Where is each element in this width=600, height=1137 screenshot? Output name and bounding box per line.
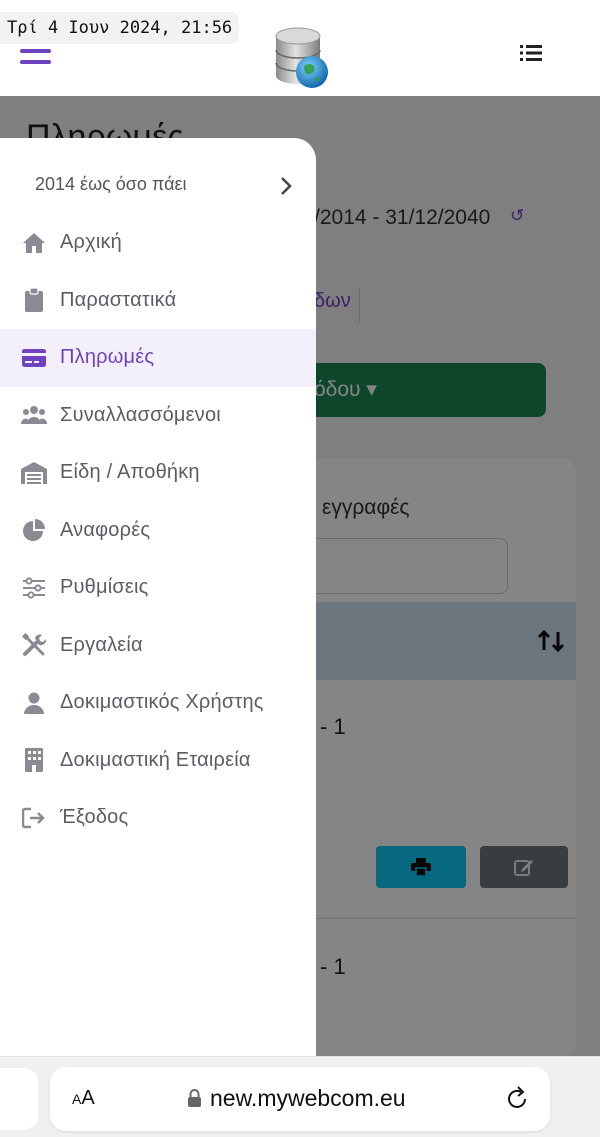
menu-item-label: Είδη / Αποθήκη (60, 461, 200, 484)
menu-item-label: Αρχική (60, 231, 122, 254)
user-icon (20, 691, 48, 715)
browser-toolbar: AA new.mywebcom.eu (0, 1056, 600, 1137)
clipboard-icon (20, 288, 48, 313)
sliders-icon (20, 576, 48, 600)
menu-item-inventory[interactable]: Είδη / Αποθήκη (0, 444, 316, 502)
screenshot-timestamp: Τρί 4 Ιουν 2024, 21:56 (0, 12, 240, 44)
reload-icon[interactable] (506, 1085, 530, 1111)
menu-item-label: Ρυθμίσεις (60, 576, 149, 599)
menu-item-settings[interactable]: Ρυθμίσεις (0, 559, 316, 617)
chevron-right-icon[interactable] (280, 176, 292, 196)
lock-icon (188, 1089, 201, 1107)
menu-item-user[interactable]: Δοκιμαστικός Χρήστης (0, 674, 316, 732)
building-icon (20, 748, 48, 773)
fiscal-period-selector[interactable]: 2014 έως όσο πάει (35, 174, 187, 195)
menu-item-label: Έξοδος (60, 806, 129, 829)
text-size-large-glyph: A (81, 1087, 95, 1109)
database-globe-logo[interactable] (270, 26, 332, 92)
menu-item-logout[interactable]: Έξοδος (0, 789, 316, 847)
menu-item-documents[interactable]: Παραστατικά (0, 272, 316, 330)
address-bar[interactable]: AA new.mywebcom.eu (50, 1067, 550, 1131)
menu-item-label: Δοκιμαστικός Χρήστης (60, 691, 264, 714)
home-icon (20, 231, 48, 255)
menu-item-label: Εργαλεία (60, 633, 143, 656)
menu-item-label: Συναλλασσόμενοι (60, 403, 221, 426)
text-size-small-glyph: A (72, 1091, 82, 1107)
menu-item-reports[interactable]: Αναφορές (0, 502, 316, 560)
menu-item-label: Δοκιμαστική Εταιρεία (60, 748, 251, 771)
menu-item-tools[interactable]: Εργαλεία (0, 617, 316, 675)
menu-list: Αρχική Παραστατικά Πληρωμές Συναλλασσόμε… (0, 214, 316, 847)
menu-item-label: Παραστατικά (60, 288, 177, 311)
menu-item-home[interactable]: Αρχική (0, 214, 316, 272)
pie-chart-icon (20, 518, 48, 542)
logout-icon (20, 806, 48, 830)
url-text[interactable]: new.mywebcom.eu (210, 1085, 406, 1112)
menu-item-label: Αναφορές (60, 518, 151, 541)
previous-tab-preview[interactable] (0, 1068, 38, 1130)
tools-icon (20, 633, 48, 657)
menu-item-contacts[interactable]: Συναλλασσόμενοι (0, 387, 316, 445)
menu-item-label: Πληρωμές (60, 346, 155, 369)
text-size-button[interactable]: AA (72, 1087, 95, 1110)
menu-item-company[interactable]: Δοκιμαστική Εταιρεία (0, 732, 316, 790)
list-icon[interactable] (520, 44, 542, 62)
menu-item-payments[interactable]: Πληρωμές (0, 329, 316, 387)
users-icon (20, 403, 48, 427)
credit-card-icon (20, 346, 48, 370)
side-menu: 2014 έως όσο πάει Αρχική Παραστατικά Πλη… (0, 138, 316, 1056)
warehouse-icon (20, 461, 48, 485)
